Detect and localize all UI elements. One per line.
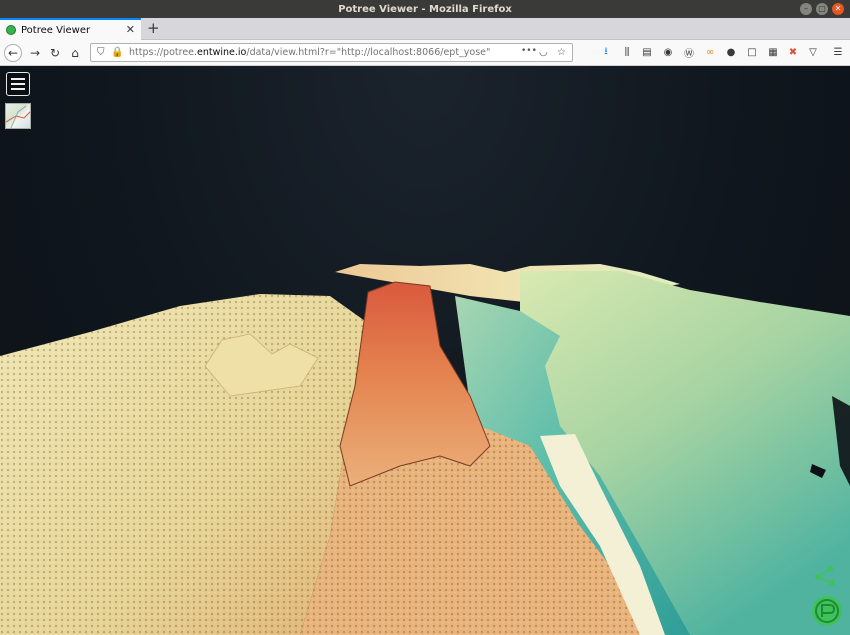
extension-glasses-icon[interactable]: ∞ <box>704 46 716 58</box>
left-plain-texture <box>0 294 370 635</box>
close-window-button[interactable]: ✕ <box>832 3 844 15</box>
url-path: /data/view.html?r="http://localhost:8066… <box>246 47 491 58</box>
extension-puzzle-icon[interactable]: ✖ <box>787 46 799 58</box>
tab-strip: Potree Viewer ✕ + <box>0 18 850 40</box>
menu-line <box>11 83 25 85</box>
screenshot-icon[interactable]: ▦ <box>767 46 779 58</box>
extension-square-icon[interactable]: □ <box>746 46 758 58</box>
reload-button[interactable]: ↻ <box>46 44 64 62</box>
page-actions-icon[interactable]: ••• <box>521 46 537 56</box>
extension-wp-icon[interactable]: Ⓦ <box>683 46 695 60</box>
hamburger-menu-icon-browser[interactable]: ☰ <box>832 46 844 58</box>
url-bar[interactable]: ⛉ 🔒 https://potree.entwine.io/data/view.… <box>90 43 573 62</box>
map-icon[interactable] <box>5 103 31 129</box>
bookmark-star-icon[interactable]: ☆ <box>557 47 566 58</box>
sidebar-icon[interactable]: ▤ <box>641 46 653 58</box>
minimap-thumbnail <box>6 105 30 128</box>
forward-button[interactable]: → <box>26 44 44 62</box>
navigation-toolbar: ← → ↻ ⌂ ⛉ 🔒 https://potree.entwine.io/da… <box>0 40 850 66</box>
window-controls: – ▢ ✕ <box>800 3 844 15</box>
home-button[interactable]: ⌂ <box>66 44 84 62</box>
shield-icon[interactable]: ⛉ <box>97 47 105 58</box>
library-icon[interactable]: ⫼ <box>621 46 633 58</box>
window-title: Potree Viewer - Mozilla Firefox <box>338 3 512 15</box>
window-titlebar: Potree Viewer - Mozilla Firefox – ▢ ✕ <box>0 0 850 18</box>
maximize-button[interactable]: ▢ <box>816 3 828 15</box>
account-icon[interactable]: ● <box>725 46 737 58</box>
tab-potree-viewer[interactable]: Potree Viewer ✕ <box>0 18 141 40</box>
point-cloud-terrain[interactable] <box>0 66 850 635</box>
new-tab-button[interactable]: + <box>147 19 160 37</box>
sidebar-menu-button[interactable] <box>6 72 30 96</box>
back-button[interactable]: ← <box>4 44 22 62</box>
url-prefix: https://potree. <box>129 47 198 58</box>
downloads-icon[interactable]: ⭳ <box>600 46 612 58</box>
url-text[interactable]: https://potree.entwine.io/data/view.html… <box>129 47 490 58</box>
lock-icon[interactable]: 🔒 <box>111 47 123 58</box>
minimize-button[interactable]: – <box>800 3 812 15</box>
extension-vue-icon[interactable]: ▽ <box>807 46 819 58</box>
menu-line <box>11 88 25 90</box>
potree-favicon-icon <box>6 25 16 35</box>
tab-label: Potree Viewer <box>21 24 91 36</box>
potree-logo-icon <box>812 566 842 626</box>
pocket-icon[interactable]: ◡ <box>539 47 548 58</box>
menu-line <box>11 78 25 80</box>
extension-globe-icon[interactable]: ◉ <box>662 46 674 58</box>
tab-close-icon[interactable]: ✕ <box>126 23 135 36</box>
potree-render-area[interactable] <box>0 66 850 635</box>
url-host: entwine.io <box>197 47 247 58</box>
